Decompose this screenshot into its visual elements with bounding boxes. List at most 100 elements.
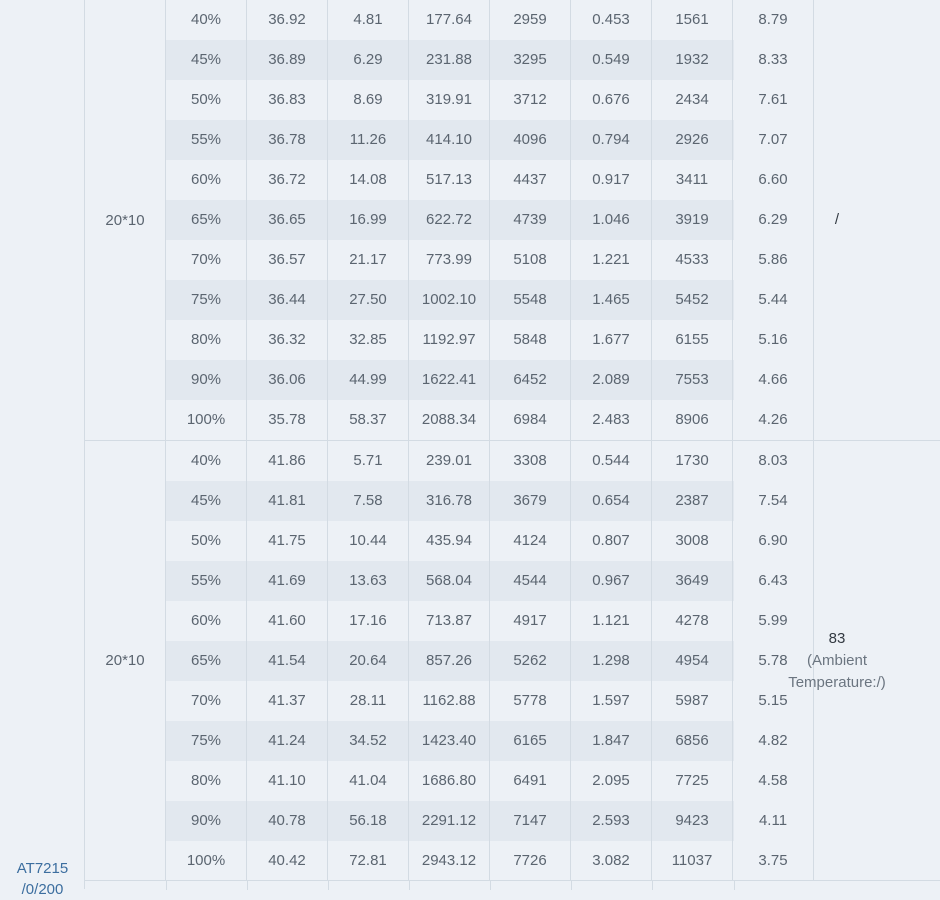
rpm-cell: 2926: [652, 120, 733, 160]
throttle-cell: 40%: [166, 441, 247, 481]
table-row: 65% 41.54 20.64 857.26 5262 1.298 4954 5.78: [166, 641, 814, 681]
voltage-cell: 36.89: [247, 40, 328, 80]
torque-cell: 0.549: [571, 40, 652, 80]
rpm-cell: 7725: [652, 761, 733, 801]
throttle-cell: 65%: [166, 200, 247, 240]
rpm-cell: 6856: [652, 721, 733, 761]
voltage-cell: 41.60: [247, 601, 328, 641]
model-name-link[interactable]: AT7215: [0, 859, 85, 879]
voltage-cell: 36.78: [247, 120, 328, 160]
table-row: 60% 36.72 14.08 517.13 4437 0.917 3411 6.60: [166, 160, 814, 200]
power-cell: 713.87: [409, 601, 490, 641]
group-rows: 40% 36.92 4.81 177.64 2959 0.453 1561 8.79 45% 36…: [166, 0, 814, 440]
thrust-cell: 3679: [490, 481, 571, 521]
power-cell: 1162.88: [409, 681, 490, 721]
rpm-cell: 4954: [652, 641, 733, 681]
rpm-cell: 4533: [652, 240, 733, 280]
ambient-temperature-label: (Ambient: [806, 651, 868, 669]
current-cell: 17.16: [328, 601, 409, 641]
thrust-cell: 4917: [490, 601, 571, 641]
thrust-cell: 6165: [490, 721, 571, 761]
thrust-cell: 3308: [490, 441, 571, 481]
current-cell: 7.58: [328, 481, 409, 521]
thrust-cell: 5262: [490, 641, 571, 681]
thrust-cell: 6984: [490, 400, 571, 440]
table-row: 55% 36.78 11.26 414.10 4096 0.794 2926 7.07: [166, 120, 814, 160]
temperature-value: 83: [828, 629, 846, 647]
torque-cell: 0.453: [571, 0, 652, 40]
model-column: AT7215 /0/200: [0, 0, 85, 898]
power-cell: 568.04: [409, 561, 490, 601]
table-row: 75% 36.44 27.50 1002.10 5548 1.465 5452 5.44: [166, 280, 814, 320]
thrust-cell: 3712: [490, 80, 571, 120]
thrust-cell: 7147: [490, 801, 571, 841]
table-row: 90% 40.78 56.18 2291.12 7147 2.593 9423 4.11: [166, 801, 814, 841]
voltage-cell: 40.78: [247, 801, 328, 841]
rpm-cell: 1730: [652, 441, 733, 481]
power-cell: 2943.12: [409, 841, 490, 881]
rpm-cell: 5987: [652, 681, 733, 721]
rpm-cell: 1561: [652, 0, 733, 40]
torque-cell: 0.917: [571, 160, 652, 200]
thrust-cell: 5848: [490, 320, 571, 360]
table-row: 75% 41.24 34.52 1423.40 6165 1.847 6856 4.82: [166, 721, 814, 761]
voltage-cell: 36.32: [247, 320, 328, 360]
current-cell: 13.63: [328, 561, 409, 601]
voltage-cell: 41.24: [247, 721, 328, 761]
power-cell: 316.78: [409, 481, 490, 521]
thrust-cell: 4437: [490, 160, 571, 200]
rpm-cell: 9423: [652, 801, 733, 841]
model-name-link-continued[interactable]: /0/200: [0, 880, 85, 900]
table-row: 50% 41.75 10.44 435.94 4124 0.807 3008 6.90: [166, 521, 814, 561]
current-cell: 4.81: [328, 0, 409, 40]
group-rows: 40% 41.86 5.71 239.01 3308 0.544 1730 8.03 45% 41…: [166, 441, 814, 881]
torque-cell: 1.677: [571, 320, 652, 360]
torque-cell: 1.121: [571, 601, 652, 641]
current-cell: 32.85: [328, 320, 409, 360]
thrust-cell: 4544: [490, 561, 571, 601]
rpm-cell: 3008: [652, 521, 733, 561]
voltage-cell: 36.57: [247, 240, 328, 280]
table-row: 40% 36.92 4.81 177.64 2959 0.453 1561 8.79: [166, 0, 814, 40]
power-cell: 2291.12: [409, 801, 490, 841]
thrust-cell: 5548: [490, 280, 571, 320]
thrust-cell: 4124: [490, 521, 571, 561]
thrust-cell: 4739: [490, 200, 571, 240]
torque-cell: 0.676: [571, 80, 652, 120]
power-cell: 435.94: [409, 521, 490, 561]
rpm-cell: 1932: [652, 40, 733, 80]
voltage-cell: 41.37: [247, 681, 328, 721]
table-row: 90% 36.06 44.99 1622.41 6452 2.089 7553 4.66: [166, 360, 814, 400]
power-cell: 231.88: [409, 40, 490, 80]
table-row: 70% 36.57 21.17 773.99 5108 1.221 4533 5.86: [166, 240, 814, 280]
rpm-cell: 4278: [652, 601, 733, 641]
rpm-cell: 2387: [652, 481, 733, 521]
rpm-cell: 5452: [652, 280, 733, 320]
propeller-size-cell: 20*10: [85, 441, 166, 880]
current-cell: 41.04: [328, 761, 409, 801]
voltage-cell: 36.92: [247, 0, 328, 40]
current-cell: 10.44: [328, 521, 409, 561]
torque-cell: 2.483: [571, 400, 652, 440]
throttle-cell: 45%: [166, 40, 247, 80]
table-row: 45% 36.89 6.29 231.88 3295 0.549 1932 8.33: [166, 40, 814, 80]
throttle-cell: 100%: [166, 841, 247, 881]
table-row: 55% 41.69 13.63 568.04 4544 0.967 3649 6.43: [166, 561, 814, 601]
power-cell: 177.64: [409, 0, 490, 40]
temperature-cell: 83 (Ambient Temperature:/): [734, 441, 940, 880]
temperature-cell: /: [734, 0, 940, 440]
table-row: 45% 41.81 7.58 316.78 3679 0.654 2387 7.54: [166, 481, 814, 521]
ambient-temperature-value: Temperature:/): [788, 673, 886, 691]
current-cell: 8.69: [328, 80, 409, 120]
throttle-cell: 45%: [166, 481, 247, 521]
throttle-cell: 40%: [166, 0, 247, 40]
torque-cell: 0.654: [571, 481, 652, 521]
throttle-cell: 100%: [166, 400, 247, 440]
voltage-cell: 40.42: [247, 841, 328, 881]
current-cell: 58.37: [328, 400, 409, 440]
thrust-cell: 2959: [490, 0, 571, 40]
rpm-cell: 3411: [652, 160, 733, 200]
table-row: 80% 41.10 41.04 1686.80 6491 2.095 7725 4.58: [166, 761, 814, 801]
thrust-cell: 6491: [490, 761, 571, 801]
throttle-cell: 55%: [166, 561, 247, 601]
